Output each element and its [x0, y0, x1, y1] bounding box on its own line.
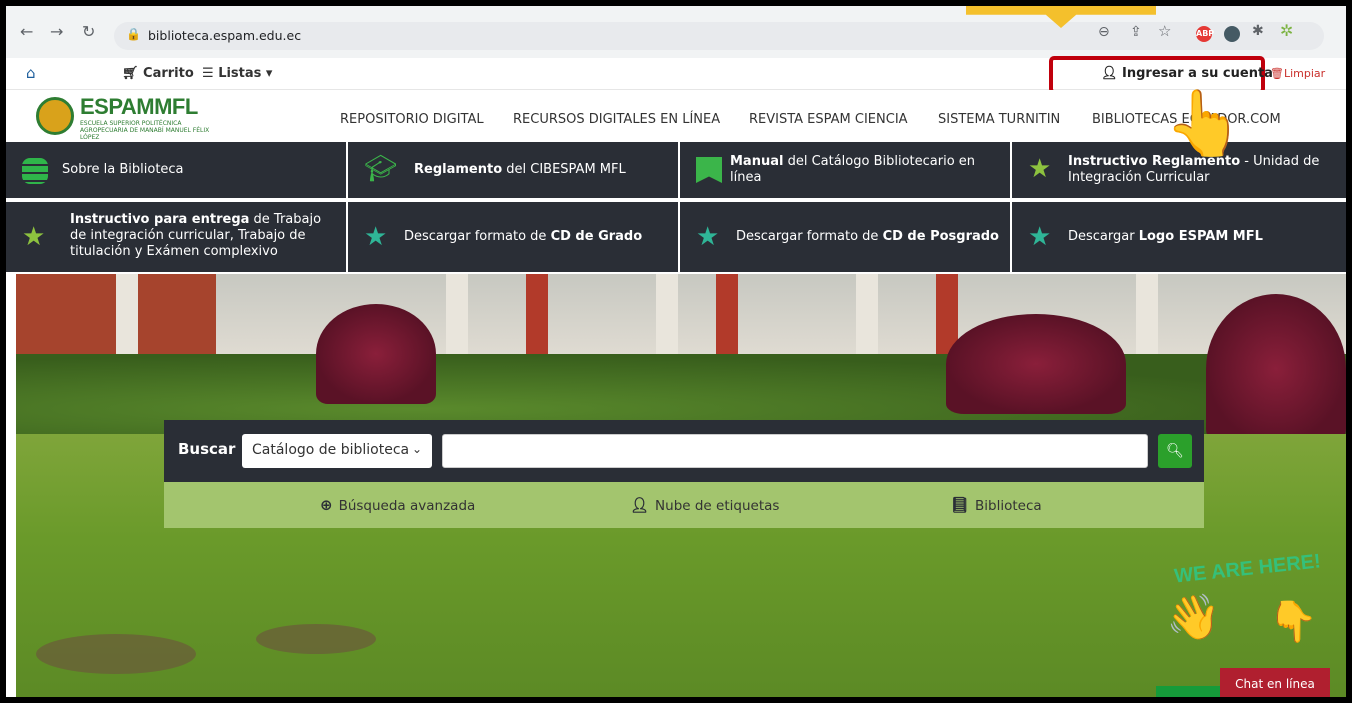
database-icon	[22, 158, 48, 184]
tile-cd-posgrado[interactable]: ★ Descargar formato de CD de Posgrado	[680, 202, 1010, 272]
clear-label: Limpiar	[1283, 67, 1326, 80]
cart-link[interactable]: 🛒︎ Carrito	[122, 66, 194, 81]
tile-label: Descargar formato de CD de Posgrado	[736, 229, 999, 244]
tile-instructivo-entrega[interactable]: ★ Instructivo para entrega de Trabajo de…	[6, 202, 346, 272]
extension-icon[interactable]	[1224, 26, 1240, 42]
user-icon: 👤︎	[630, 496, 650, 514]
tile-label: Sobre la Biblioteca	[62, 162, 184, 177]
forward-icon[interactable]: →	[50, 22, 63, 41]
advanced-search-link[interactable]: ⊕ Búsqueda avanzada	[320, 496, 475, 514]
tile-logo[interactable]: ★ Descargar Logo ESPAM MFL	[1012, 202, 1346, 272]
search-bar: Buscar Catálogo de biblioteca ⌄ 🔍︎	[164, 420, 1204, 482]
tile-manual[interactable]: Manual del Catálogo Bibliotecario en lín…	[680, 142, 1010, 198]
login-link[interactable]: 👤︎ Ingresar a su cuenta	[1101, 66, 1273, 81]
list-icon: ☰	[202, 66, 219, 81]
search-scope-select[interactable]: Catálogo de biblioteca ⌄	[242, 434, 432, 468]
search-input[interactable]	[442, 434, 1148, 468]
search-label: Buscar	[178, 440, 236, 458]
logo-seal-icon[interactable]	[36, 97, 74, 135]
chevron-down-icon: ⌄	[411, 442, 422, 456]
dirt-patch	[256, 624, 376, 654]
hero-photo: Buscar Catálogo de biblioteca ⌄ 🔍︎ ⊕ Búsq…	[16, 274, 1346, 697]
reload-icon[interactable]: ↻	[82, 22, 95, 41]
lists-label: Listas	[218, 66, 262, 81]
zoom-plus-icon: ⊕	[320, 496, 333, 514]
tile-label: Reglamento del CIBESPAM MFL	[414, 162, 626, 177]
red-plant	[316, 304, 436, 404]
tile-cd-grado[interactable]: ★ Descargar formato de CD de Grado	[348, 202, 678, 272]
adblock-extension-icon[interactable]: ABP	[1196, 26, 1214, 42]
search-icon: 🔍︎	[1166, 443, 1184, 459]
tile-label: Instructivo para entrega de Trabajo de i…	[70, 212, 322, 259]
screenshot-frame: ← → ↻ 🔒 biblioteca.espam.edu.ec ⊖ ⇪ ☆ AB…	[6, 6, 1346, 697]
info-tiles: Sobre la Biblioteca 🎓︎ Reglamento del CI…	[6, 142, 1346, 272]
library-link[interactable]: 📘︎ Biblioteca	[950, 496, 1042, 514]
tag-cloud-label: Nube de etiquetas	[655, 498, 780, 514]
logo-subtitle: ESCUELA SUPERIOR POLITÉCNICA AGROPECUARI…	[80, 120, 210, 141]
graduation-cap-icon: 🎓︎	[364, 154, 398, 184]
bookmark-icon	[696, 157, 722, 183]
logo-title[interactable]: ESPAMMFL	[80, 94, 198, 120]
star-icon: ★	[1028, 222, 1052, 252]
home-icon[interactable]: ⌂	[26, 64, 36, 82]
site-header: ESPAMMFL ESCUELA SUPERIOR POLITÉCNICA AG…	[6, 90, 1346, 142]
waving-hand-icon: 👋	[1166, 592, 1221, 643]
trash-icon: 🗑︎	[1270, 67, 1284, 80]
caret-down-icon: ▾	[261, 66, 273, 81]
puzzle-extensions-icon[interactable]: ✱	[1252, 23, 1264, 39]
tile-reglamento[interactable]: 🎓︎ Reglamento del CIBESPAM MFL	[348, 142, 678, 198]
address-bar[interactable]: 🔒 biblioteca.espam.edu.ec	[114, 22, 1324, 50]
nav-revista[interactable]: REVISTA ESPAM CIENCIA	[749, 112, 908, 127]
advanced-search-label: Búsqueda avanzada	[338, 498, 476, 514]
dirt-patch	[36, 634, 196, 674]
book-icon: 📘︎	[950, 496, 970, 514]
tile-label: Manual del Catálogo Bibliotecario en lín…	[730, 154, 976, 185]
library-label: Biblioteca	[975, 498, 1042, 514]
lists-dropdown[interactable]: ☰ Listas ▾	[202, 66, 272, 81]
settings-extension-icon[interactable]: ✲	[1280, 21, 1293, 40]
url-text: biblioteca.espam.edu.ec	[148, 28, 302, 43]
search-scope-value: Catálogo de biblioteca	[252, 442, 410, 458]
red-plant	[946, 314, 1126, 414]
tile-sobre-biblioteca[interactable]: Sobre la Biblioteca	[6, 142, 346, 198]
tile-label: Descargar formato de CD de Grado	[404, 229, 643, 244]
chat-tab[interactable]	[1156, 686, 1220, 697]
tile-label: Descargar Logo ESPAM MFL	[1068, 229, 1263, 244]
lock-icon: 🔒	[126, 27, 141, 41]
star-icon: ★	[696, 222, 720, 252]
zoom-icon[interactable]: ⊖	[1098, 24, 1110, 40]
search-button[interactable]: 🔍︎	[1158, 434, 1192, 468]
clear-link[interactable]: 🗑︎Limpiar	[1270, 67, 1325, 80]
back-icon[interactable]: ←	[20, 22, 33, 41]
pointing-down-icon: 👇	[1268, 599, 1318, 645]
nav-recursos[interactable]: RECURSOS DIGITALES EN LÍNEA	[513, 112, 720, 127]
nav-turnitin[interactable]: SISTEMA TURNITIN	[938, 112, 1060, 127]
bookmark-star-icon[interactable]: ☆	[1158, 22, 1171, 40]
pointing-hand-icon: 👆	[1164, 87, 1244, 161]
share-icon[interactable]: ⇪	[1130, 24, 1142, 40]
chat-button[interactable]: Chat en línea	[1220, 668, 1330, 697]
red-plant	[1206, 294, 1346, 444]
utility-bar: ⌂ 🛒︎ Carrito ☰ Listas ▾ 👤︎ Ingresar a su…	[6, 56, 1346, 94]
nav-repositorio[interactable]: REPOSITORIO DIGITAL	[340, 112, 484, 127]
cart-label: Carrito	[143, 66, 194, 81]
tag-cloud-link[interactable]: 👤︎ Nube de etiquetas	[630, 496, 779, 514]
search-links: ⊕ Búsqueda avanzada 👤︎ Nube de etiquetas 📘…	[164, 482, 1204, 528]
star-icon: ★	[364, 222, 388, 252]
login-label: Ingresar a su cuenta	[1122, 66, 1273, 81]
star-icon: ★	[22, 222, 46, 252]
user-icon: 👤︎	[1101, 66, 1123, 81]
cart-icon: 🛒︎	[122, 66, 144, 81]
star-icon: ★	[1028, 154, 1052, 184]
